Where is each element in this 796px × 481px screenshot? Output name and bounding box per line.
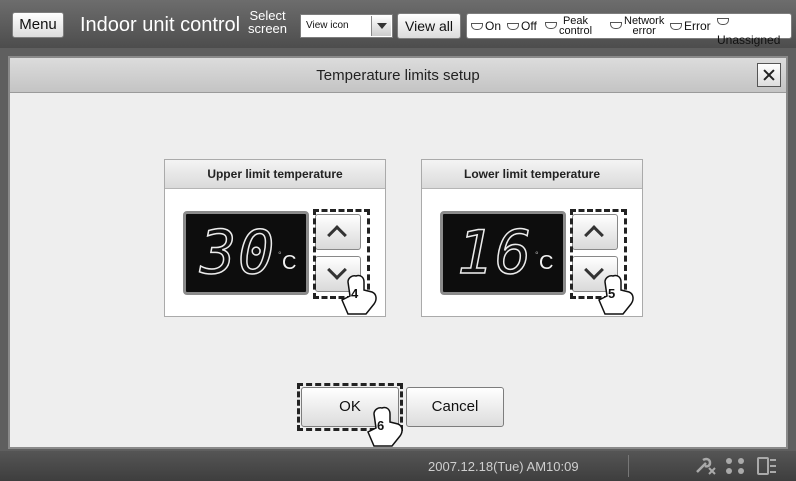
legend-item-error: Error (670, 14, 711, 38)
app-title: Indoor unit control (80, 14, 241, 36)
lower-limit-value: 16 (456, 217, 534, 289)
select-screen-label: Select screen (248, 8, 288, 36)
lower-limit-display: 16 ° C (440, 211, 566, 295)
status-divider (628, 455, 629, 477)
cancel-button[interactable]: Cancel (406, 387, 504, 427)
wrench-off-icon (696, 457, 716, 475)
chevron-down-icon[interactable] (371, 16, 391, 36)
view-select-value: View icon (306, 20, 349, 31)
legend-item-peak-control: Peak control (545, 14, 592, 38)
celsius-unit: C (282, 252, 297, 274)
legend-item-unassigned: Unassigned (717, 14, 791, 47)
dialog-title: Temperature limits setup (316, 67, 480, 84)
lower-limit-title: Lower limit temperature (422, 160, 642, 189)
upper-limit-value: 30 (199, 217, 277, 289)
legend-item-network-error: Network error (610, 14, 664, 38)
unassigned-lamp-icon (717, 18, 729, 26)
upper-limit-display: 30 ° C (183, 211, 309, 295)
hand-pointer-icon: 6 (367, 406, 403, 447)
celsius-unit: C (539, 252, 554, 274)
upper-limit-title: Upper limit temperature (165, 160, 385, 189)
view-select[interactable]: View icon (300, 14, 393, 38)
status-bar: 2007.12.18(Tue) AM10:09 (0, 451, 796, 481)
peak-control-lamp-icon (545, 21, 557, 29)
menu-button[interactable]: Menu (12, 12, 64, 38)
hand-pointer-icon: 4 (341, 274, 377, 315)
view-all-button[interactable]: View all (397, 13, 461, 39)
step-number-4: 4 (351, 286, 359, 301)
off-lamp-icon (507, 22, 519, 30)
error-lamp-icon (670, 22, 682, 30)
network-icon (726, 458, 744, 474)
status-legend: On Off Peak control Network error Error Un… (466, 13, 792, 47)
step-number-5: 5 (608, 286, 615, 301)
legend-item-off: Off (507, 14, 537, 38)
network-error-lamp-icon (610, 21, 622, 29)
controller-icon (757, 457, 776, 475)
dialog-header: Temperature limits setup (10, 58, 786, 93)
top-toolbar: Menu Indoor unit control Select screen V… (0, 0, 796, 48)
legend-item-on: On (471, 14, 501, 38)
on-lamp-icon (471, 22, 483, 30)
step-number-6: 6 (377, 418, 384, 433)
close-button[interactable] (757, 63, 781, 87)
status-datetime: 2007.12.18(Tue) AM10:09 (428, 459, 579, 474)
hand-pointer-icon: 5 (598, 274, 634, 315)
